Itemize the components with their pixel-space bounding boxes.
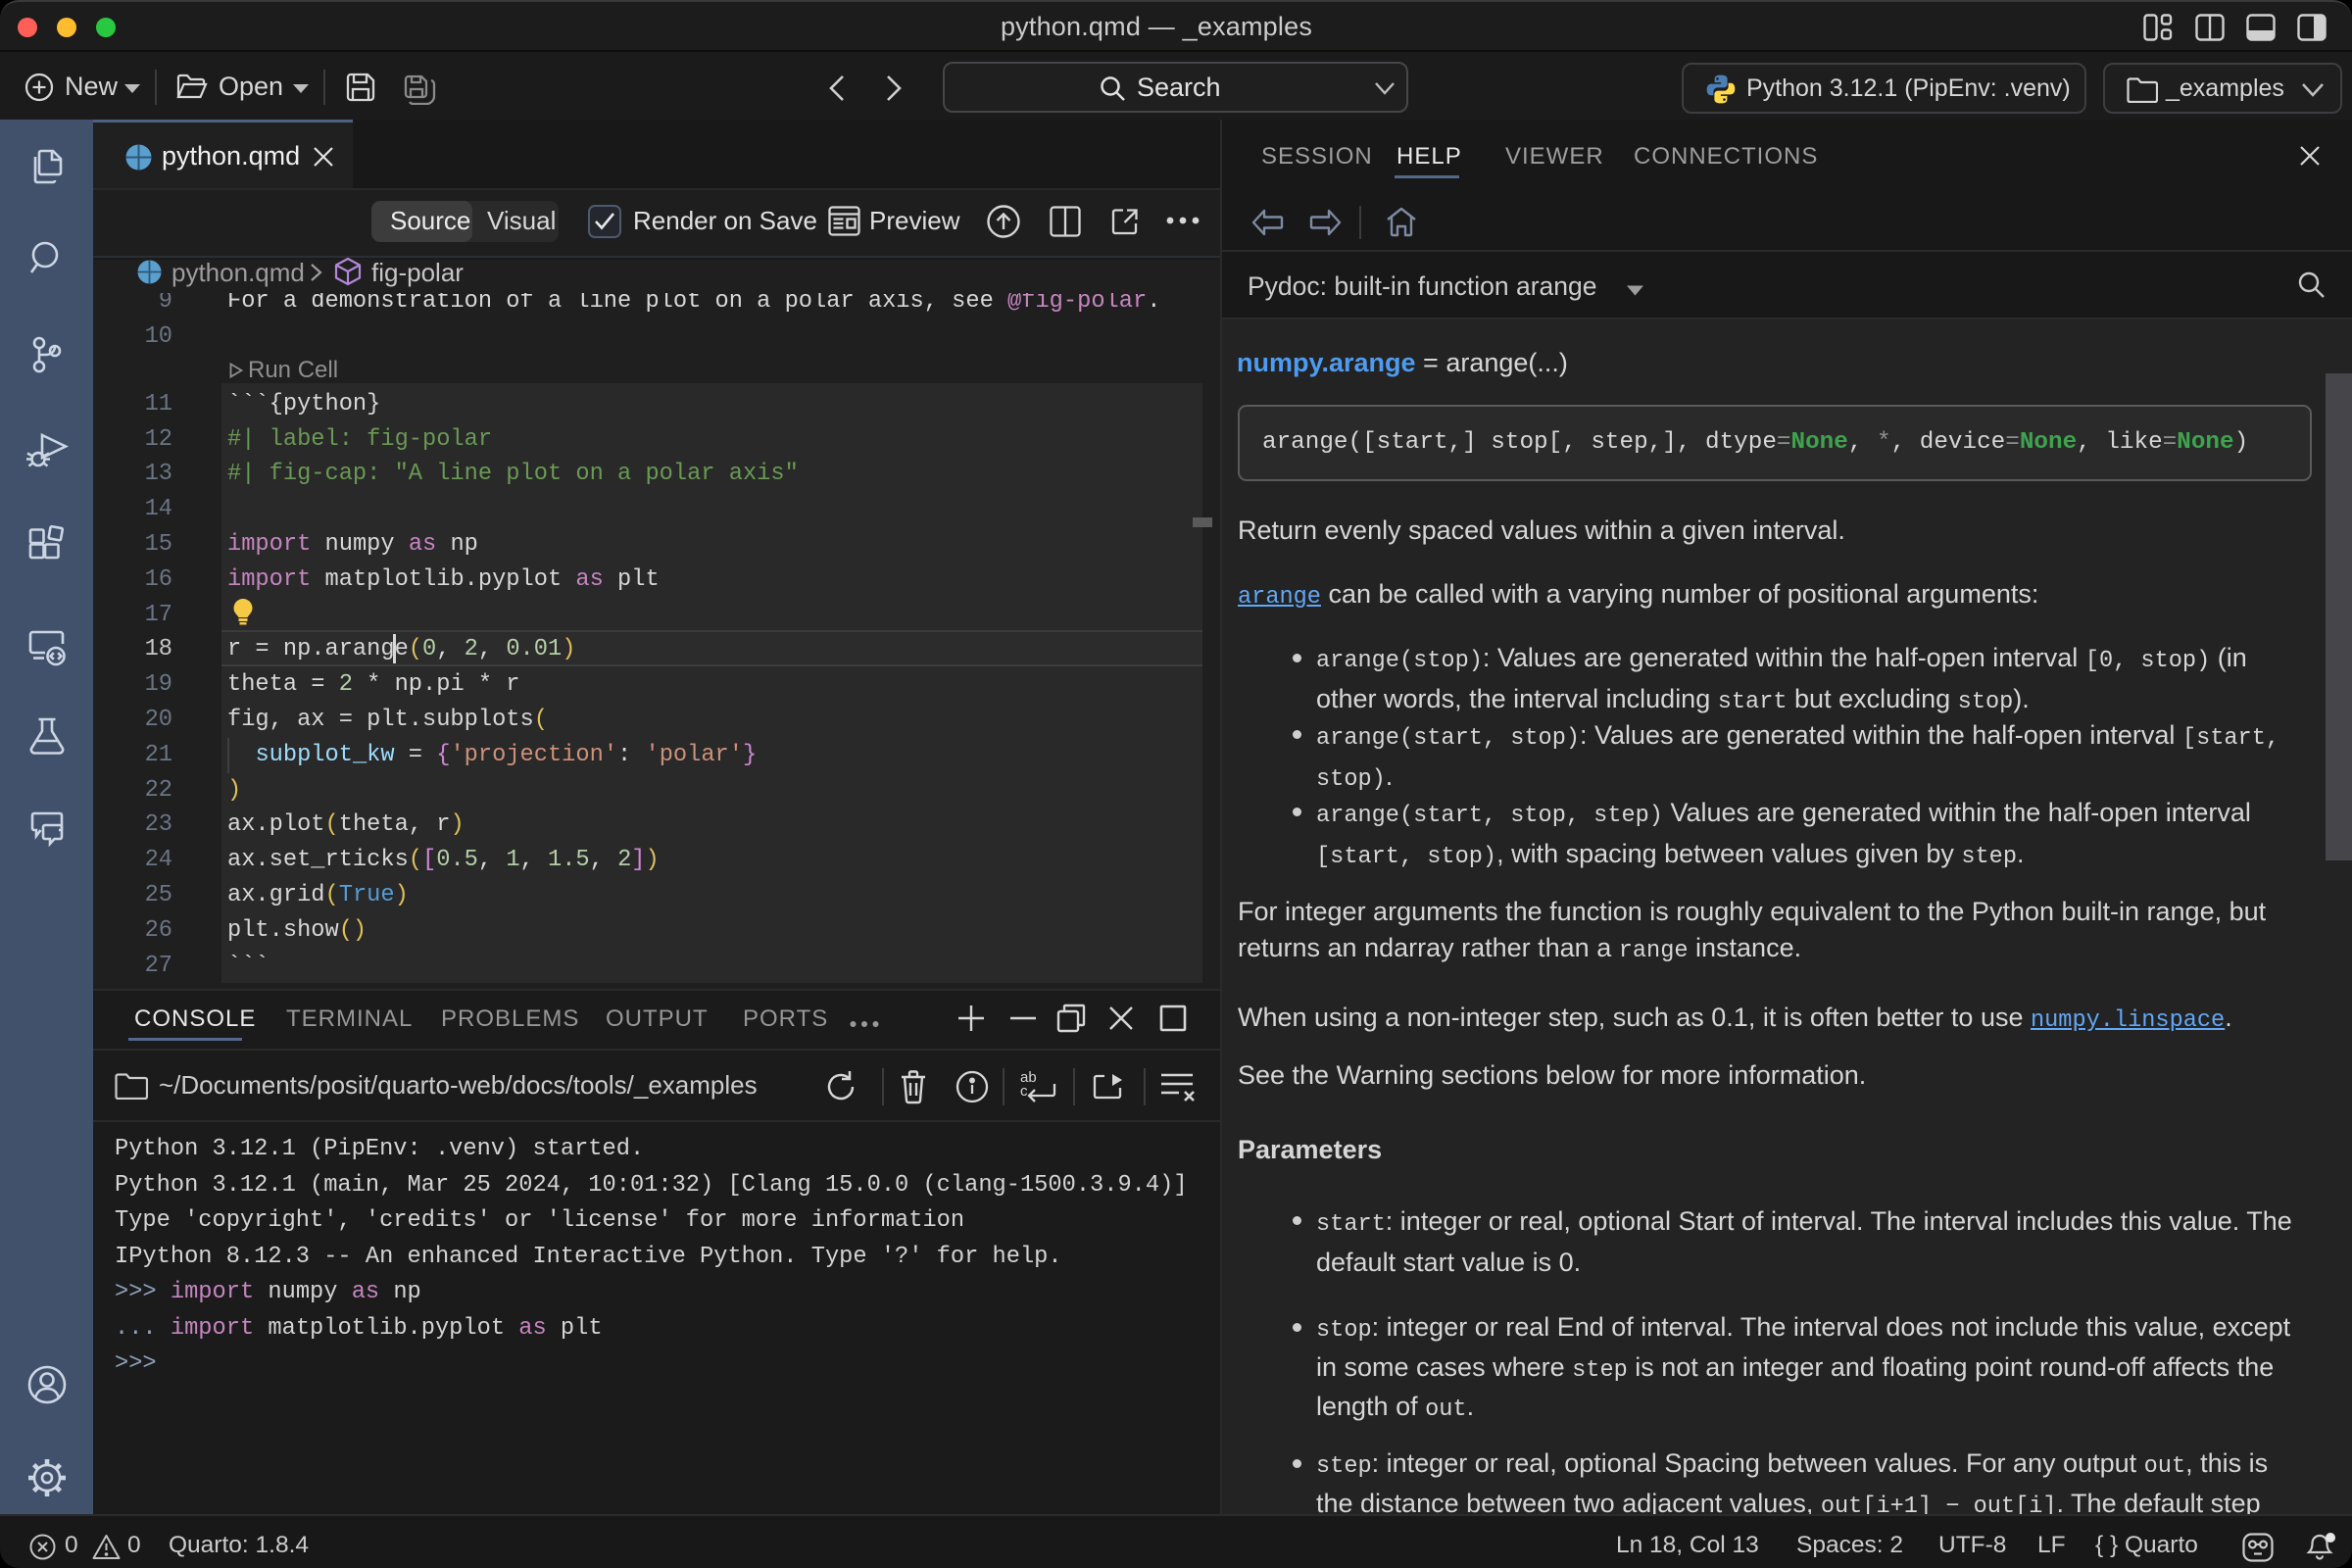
- svg-text:c: c: [1020, 1083, 1028, 1100]
